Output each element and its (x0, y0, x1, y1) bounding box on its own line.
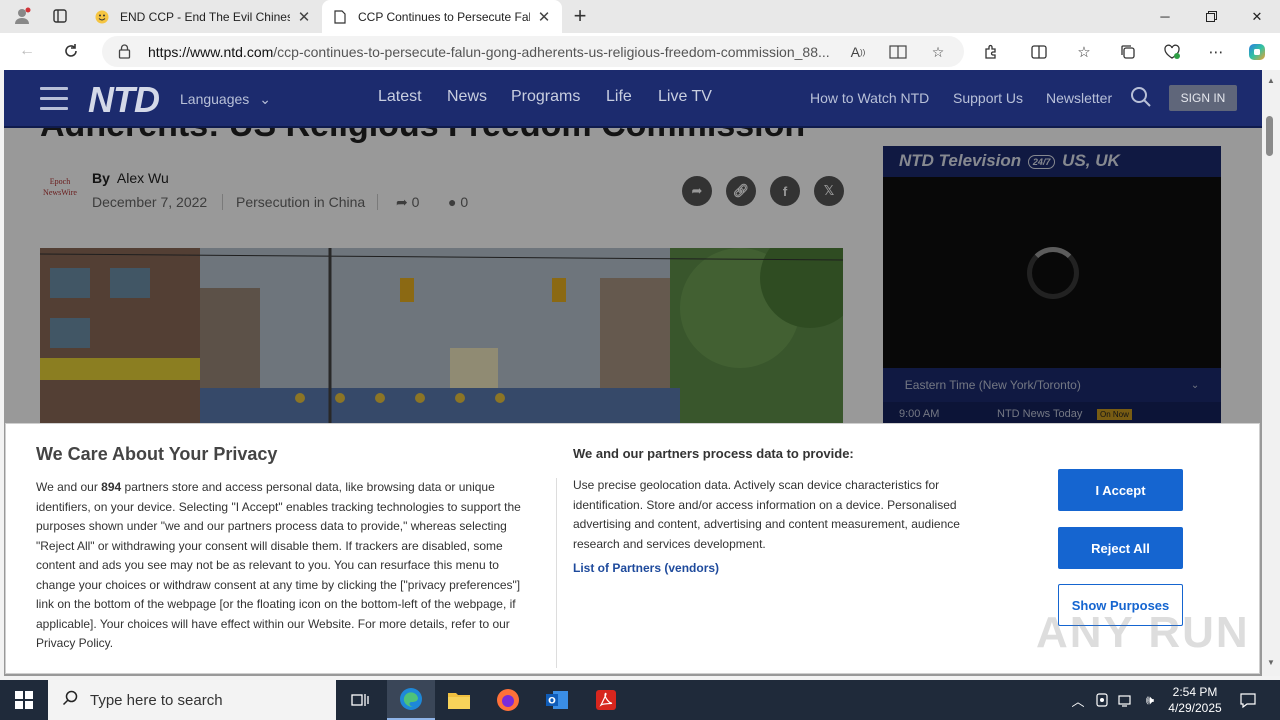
tab-title: CCP Continues to Persecute Falu (358, 9, 530, 24)
scroll-up-icon[interactable]: ▲ (1262, 76, 1280, 85)
refresh-icon[interactable] (56, 37, 86, 65)
nav-latest[interactable]: Latest (378, 88, 422, 106)
url-host: https://www.ntd.com (148, 44, 274, 60)
nav-support-us[interactable]: Support Us (953, 90, 1023, 106)
clock-time: 2:54 PM (1172, 685, 1218, 699)
volume-icon[interactable]: 🕪︎ (1140, 680, 1160, 720)
immersive-reader-icon[interactable] (888, 42, 908, 62)
edge-taskbar-icon[interactable] (387, 680, 435, 720)
consent-body: We and our 894 partners store and access… (36, 478, 536, 654)
nav-newsletter[interactable]: Newsletter (1046, 90, 1112, 106)
favorite-star-icon[interactable]: ☆ (928, 42, 948, 62)
browser-essentials-icon[interactable] (1161, 41, 1183, 63)
page-scrollbar[interactable]: ▲ ▼ (1262, 70, 1280, 676)
partners-list-link[interactable]: List of Partners (vendors) (573, 561, 719, 575)
tab-end-ccp[interactable]: END CCP - End The Evil Chinese ✕ (84, 0, 322, 33)
windows-taskbar: Type here to search O ︿ 🕪︎ 2:54 PM 4/29/… (0, 680, 1280, 720)
nav-programs[interactable]: Programs (511, 88, 580, 106)
browser-tab-bar: END CCP - End The Evil Chinese ✕ CCP Con… (0, 0, 1280, 33)
search-icon (62, 690, 78, 711)
split-screen-icon[interactable] (1028, 41, 1050, 63)
languages-label: Languages (180, 91, 250, 107)
restore-icon[interactable] (1188, 0, 1234, 33)
system-clock[interactable]: 2:54 PM 4/29/2025 (1164, 684, 1226, 716)
security-tray-icon[interactable] (1092, 680, 1112, 720)
search-icon[interactable] (1130, 86, 1152, 113)
consent-subtitle: We and our partners process data to prov… (573, 446, 854, 461)
search-placeholder: Type here to search (90, 691, 223, 709)
favorites-icon[interactable]: ☆ (1073, 41, 1095, 63)
hamburger-menu-icon[interactable] (40, 87, 68, 110)
svg-text:O: O (548, 697, 556, 707)
close-window-icon[interactable]: ✕ (1234, 0, 1280, 33)
lock-icon[interactable] (118, 43, 131, 64)
scroll-thumb[interactable] (1266, 116, 1273, 156)
nav-live-tv[interactable]: Live TV (658, 88, 712, 106)
page-favicon-icon (332, 9, 348, 25)
privacy-consent-dialog: We Care About Your Privacy We and our 89… (5, 423, 1260, 674)
extensions-icon[interactable] (980, 41, 1002, 63)
ntd-logo[interactable]: NTD (88, 79, 160, 121)
network-icon[interactable] (1116, 680, 1136, 720)
profile-icon[interactable] (8, 4, 36, 28)
consent-title: We Care About Your Privacy (36, 444, 278, 464)
anyrun-watermark: ANY RUN (1036, 608, 1250, 657)
back-icon[interactable]: ← (12, 37, 42, 65)
close-tab-icon[interactable]: ✕ (296, 8, 312, 26)
minimize-icon[interactable]: ─ (1142, 0, 1188, 33)
firefox-icon[interactable] (484, 680, 532, 720)
address-toolbar: ← https://www.ntd.com/ccp-continues-to-p… (0, 33, 1280, 70)
tab-title: END CCP - End The Evil Chinese (120, 9, 290, 24)
taskbar-search[interactable]: Type here to search (48, 680, 336, 720)
nav-life[interactable]: Life (606, 88, 632, 106)
smiley-favicon-icon (94, 9, 110, 25)
site-header: NTD Languages ⌄ Latest News Programs Lif… (4, 70, 1262, 128)
languages-dropdown[interactable]: Languages ⌄ (180, 91, 271, 108)
show-hidden-icons-icon[interactable]: ︿ (1068, 680, 1088, 720)
accept-button[interactable]: I Accept (1058, 469, 1183, 511)
collections-icon[interactable] (1117, 41, 1139, 63)
tab-actions-icon[interactable] (46, 4, 74, 28)
nav-news[interactable]: News (447, 88, 487, 106)
task-view-icon[interactable] (336, 680, 384, 720)
file-explorer-icon[interactable] (435, 680, 483, 720)
consent-body-pre: We and our (36, 480, 98, 494)
new-tab-button[interactable]: + (566, 4, 594, 28)
more-options-icon[interactable]: ⋯ (1205, 41, 1227, 63)
notifications-icon[interactable] (1236, 680, 1260, 720)
consent-purposes: Use precise geolocation data. Actively s… (573, 478, 960, 551)
tab-ntd-article[interactable]: CCP Continues to Persecute Falu ✕ (322, 0, 562, 33)
sign-in-button[interactable]: SIGN IN (1169, 85, 1237, 111)
outlook-icon[interactable]: O (533, 680, 581, 720)
consent-divider (556, 478, 557, 668)
start-button[interactable] (0, 680, 48, 720)
consent-body-post: partners store and access personal data,… (36, 480, 521, 650)
scroll-down-icon[interactable]: ▼ (1262, 658, 1280, 667)
url-bar[interactable]: https://www.ntd.com/ccp-continues-to-per… (102, 36, 964, 67)
clock-date: 4/29/2025 (1168, 701, 1222, 715)
read-aloud-icon[interactable]: A)) (848, 42, 868, 62)
copilot-icon[interactable] (1246, 41, 1268, 63)
url-path: /ccp-continues-to-persecute-falun-gong-a… (273, 44, 830, 60)
close-tab-icon[interactable]: ✕ (536, 8, 552, 26)
chevron-down-icon: ⌄ (259, 91, 271, 107)
acrobat-icon[interactable] (582, 680, 630, 720)
reject-all-button[interactable]: Reject All (1058, 527, 1183, 569)
nav-how-to-watch[interactable]: How to Watch NTD (810, 90, 929, 106)
url-text[interactable]: https://www.ntd.com/ccp-continues-to-per… (148, 44, 838, 60)
partner-count: 894 (101, 480, 122, 494)
